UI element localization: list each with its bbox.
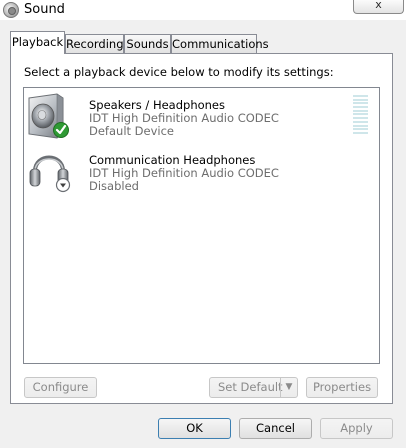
sound-dialog: Sound x Playback Recording Sounds Commun… xyxy=(0,0,406,448)
set-default-button[interactable]: Set Default ▼ xyxy=(209,377,298,398)
device-list: Speakers / Headphones IDT High Definitio… xyxy=(23,87,380,364)
cancel-button[interactable]: Cancel xyxy=(239,418,312,439)
title-bar[interactable]: Sound x xyxy=(0,0,406,20)
device-name: Communication Headphones xyxy=(89,153,256,167)
instruction-text: Select a playback device below to modify… xyxy=(24,65,334,79)
device-item-speakers[interactable]: Speakers / Headphones IDT High Definitio… xyxy=(24,88,379,140)
tab-communications[interactable]: Communications xyxy=(171,34,269,53)
speaker-app-icon xyxy=(3,2,19,18)
default-check-badge xyxy=(53,122,69,138)
set-default-label: Set Default xyxy=(218,380,283,394)
close-button[interactable]: x xyxy=(353,0,404,14)
chevron-down-icon[interactable]: ▼ xyxy=(280,378,297,397)
close-icon: x xyxy=(375,0,382,11)
device-name: Speakers / Headphones xyxy=(89,98,226,112)
device-item-communication-headphones[interactable]: Communication Headphones IDT High Defini… xyxy=(24,143,379,195)
ok-button[interactable]: OK xyxy=(158,418,231,439)
speaker-icon xyxy=(28,93,69,139)
device-status: Default Device xyxy=(89,124,175,138)
device-driver: IDT High Definition Audio CODEC xyxy=(89,111,279,125)
window-title: Sound xyxy=(24,2,65,17)
tab-sounds[interactable]: Sounds xyxy=(124,34,171,53)
tab-recording[interactable]: Recording xyxy=(65,34,124,53)
headphones-icon xyxy=(29,155,71,193)
configure-button[interactable]: Configure xyxy=(24,377,97,398)
tab-playback[interactable]: Playback xyxy=(10,31,65,54)
properties-button[interactable]: Properties xyxy=(306,377,378,398)
device-status: Disabled xyxy=(89,179,139,193)
device-driver: IDT High Definition Audio CODEC xyxy=(89,166,279,180)
disabled-down-arrow-badge xyxy=(55,177,71,193)
apply-button[interactable]: Apply xyxy=(320,418,393,439)
volume-level-meter xyxy=(353,95,368,137)
